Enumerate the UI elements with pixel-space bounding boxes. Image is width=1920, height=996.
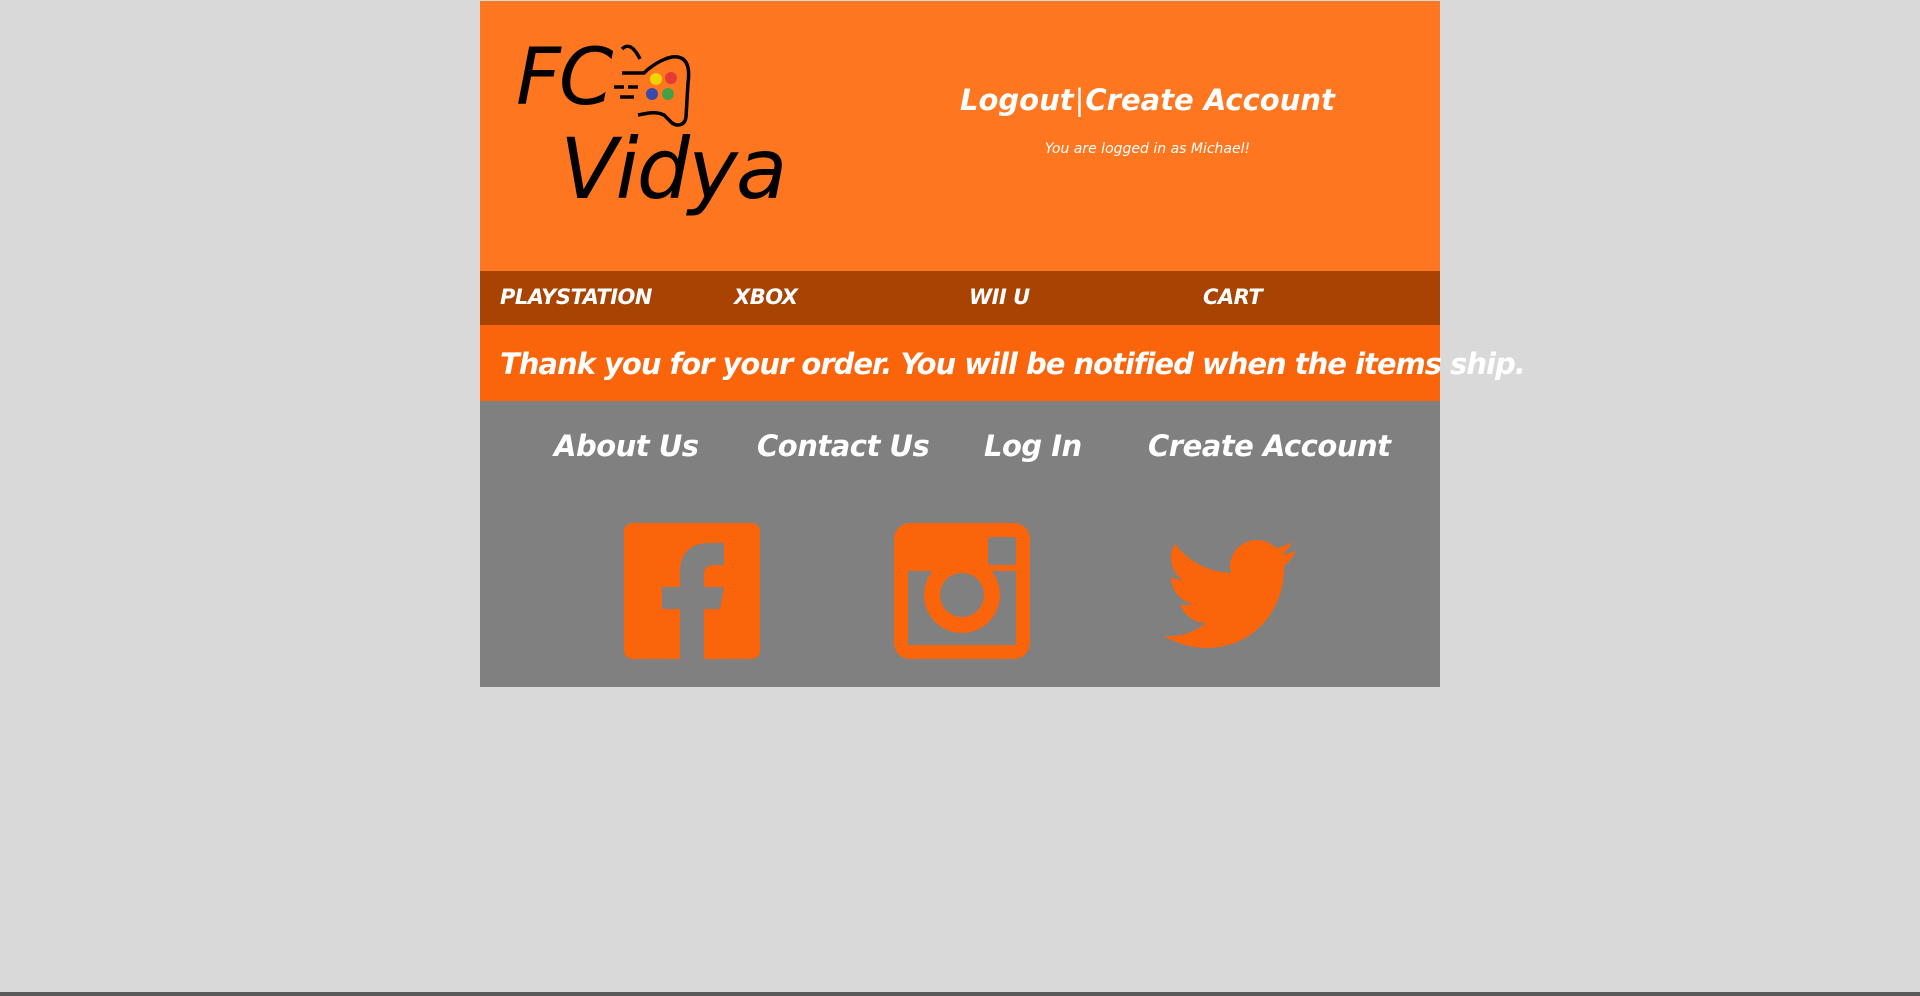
logged-in-status: You are logged in as Michael! <box>1044 141 1251 157</box>
nav-item-playstation[interactable]: PLAYSTATION <box>500 285 652 309</box>
facebook-icon[interactable] <box>624 523 760 659</box>
bottom-scrollbar <box>0 992 1920 996</box>
nav-item-cart[interactable]: CART <box>1203 285 1263 309</box>
nav-item-xbox[interactable]: XBOX <box>734 285 798 309</box>
footer-link-about-us[interactable]: About Us <box>554 429 699 463</box>
create-account-link[interactable]: Create Account <box>1085 83 1334 117</box>
site-logo[interactable]: FC Vidya <box>516 33 787 229</box>
auth-links: Logout|Create Account <box>960 83 1335 117</box>
order-confirmation-banner: Thank you for your order. You will be no… <box>480 325 1526 401</box>
order-confirmation-message: Thank you for your order. You will be no… <box>500 347 1526 381</box>
site-header: FC Vidya Logout|Create Account You are l… <box>480 1 1440 271</box>
footer-link-create-account[interactable]: Create Account <box>1148 429 1391 463</box>
twitter-icon[interactable] <box>1164 523 1300 659</box>
site-footer: About Us Contact Us Log In Create Accoun… <box>480 401 1440 687</box>
footer-link-contact-us[interactable]: Contact Us <box>757 429 930 463</box>
logo-text-vidya: Vidya <box>560 120 787 218</box>
logo-text-fc: FC <box>516 33 613 123</box>
nav-item-wii-u[interactable]: WII U <box>969 285 1030 309</box>
page-container: FC Vidya Logout|Create Account You are l… <box>480 1 1526 687</box>
logout-link[interactable]: Logout <box>960 83 1074 117</box>
instagram-icon[interactable] <box>894 523 1030 659</box>
auth-separator: | <box>1074 83 1085 117</box>
main-nav: PLAYSTATION XBOX WII U CART <box>480 271 1440 325</box>
footer-link-log-in[interactable]: Log In <box>984 429 1082 463</box>
